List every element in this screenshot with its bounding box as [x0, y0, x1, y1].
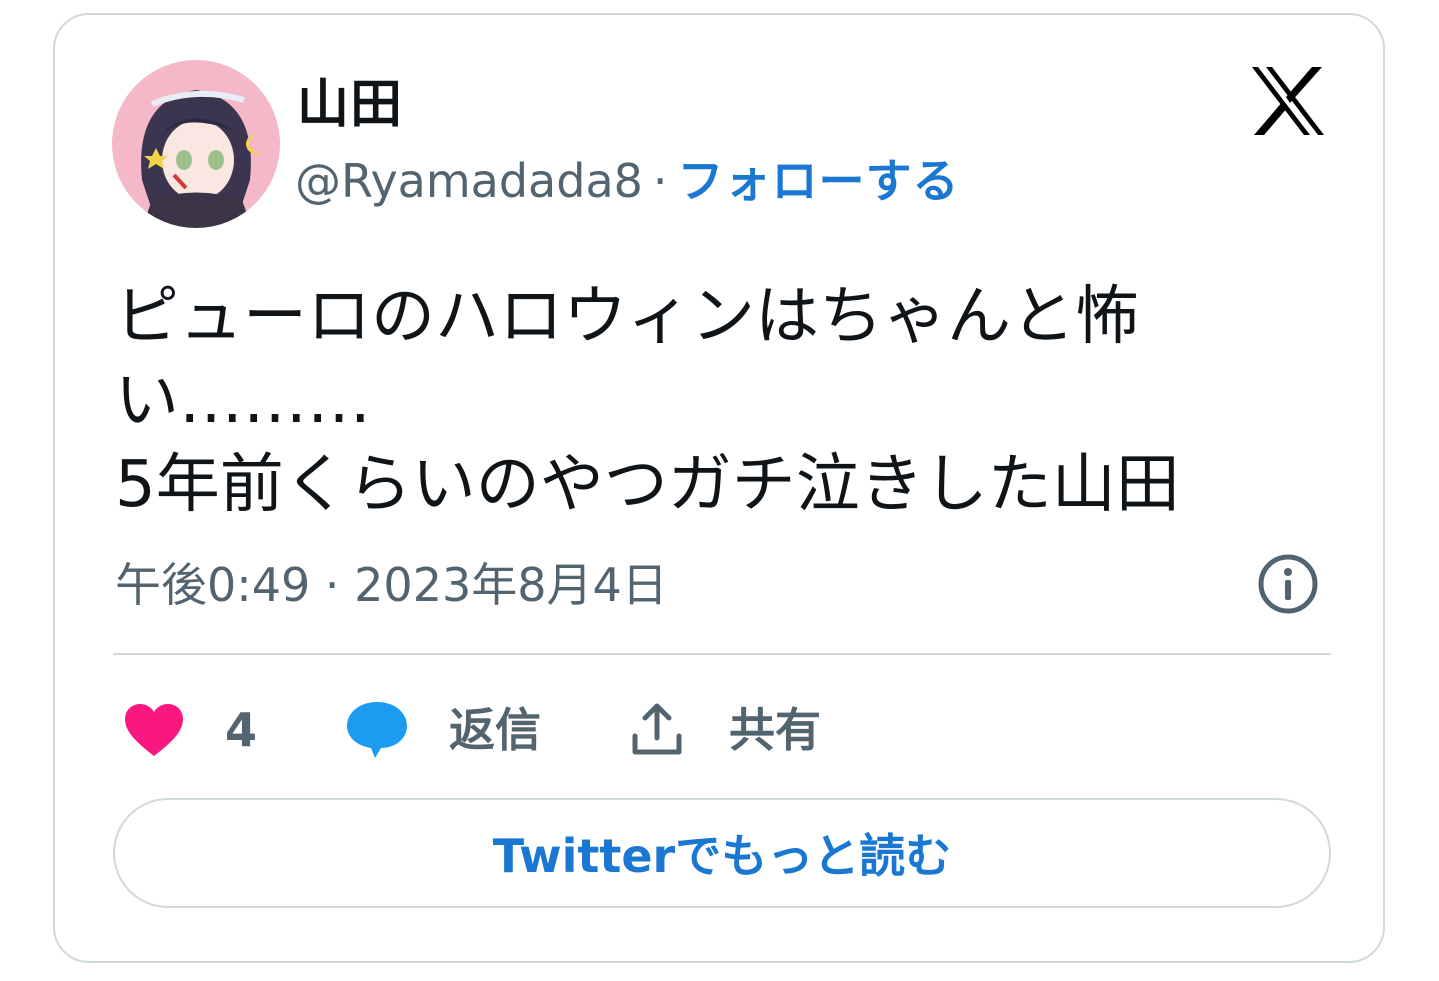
info-icon[interactable] — [1257, 553, 1319, 615]
tweet-text-line: い……… — [115, 364, 371, 438]
follow-link[interactable]: フォローする — [678, 154, 960, 208]
like-button[interactable]: 4 — [123, 690, 257, 770]
display-name[interactable]: 山田 — [297, 73, 403, 137]
reply-label: 返信 — [449, 703, 541, 757]
read-more-label: Twitterでもっと読む — [492, 829, 952, 883]
user-handle[interactable]: @Ryamadada8 — [295, 154, 643, 208]
reply-bubble-icon — [347, 702, 407, 758]
separator-dot: · — [652, 154, 668, 208]
tweet-text: ピューロのハロウィンはちゃんと怖 い……… 5年前くらいのやつガチ泣きした山田 — [115, 275, 1305, 527]
tweet-timestamp[interactable]: 午後0:49 · 2023年8月4日 — [115, 555, 668, 615]
read-more-button[interactable]: Twitterでもっと読む — [113, 798, 1331, 908]
divider — [113, 653, 1331, 655]
x-logo-icon[interactable] — [1250, 65, 1326, 137]
share-button[interactable]: 共有 — [629, 690, 821, 770]
avatar-image — [112, 60, 280, 228]
tweet-text-line: ピューロのハロウィンはちゃんと怖 — [115, 280, 1139, 354]
avatar[interactable] — [112, 60, 280, 228]
tweet-text-line: 5年前くらいのやつガチ泣きした山田 — [115, 448, 1180, 522]
heart-icon — [125, 704, 183, 756]
tweet-actions: 4 返信 共有 — [115, 690, 1015, 770]
tweet-card: 山田 @Ryamadada8 · フォローする ピューロのハロウィンはちゃんと怖 い…… — [53, 13, 1385, 963]
handle-row: @Ryamadada8 · フォローする — [295, 150, 960, 212]
share-icon — [632, 703, 682, 755]
share-label: 共有 — [729, 703, 821, 757]
reply-button[interactable]: 返信 — [345, 690, 541, 770]
like-count: 4 — [225, 703, 258, 757]
